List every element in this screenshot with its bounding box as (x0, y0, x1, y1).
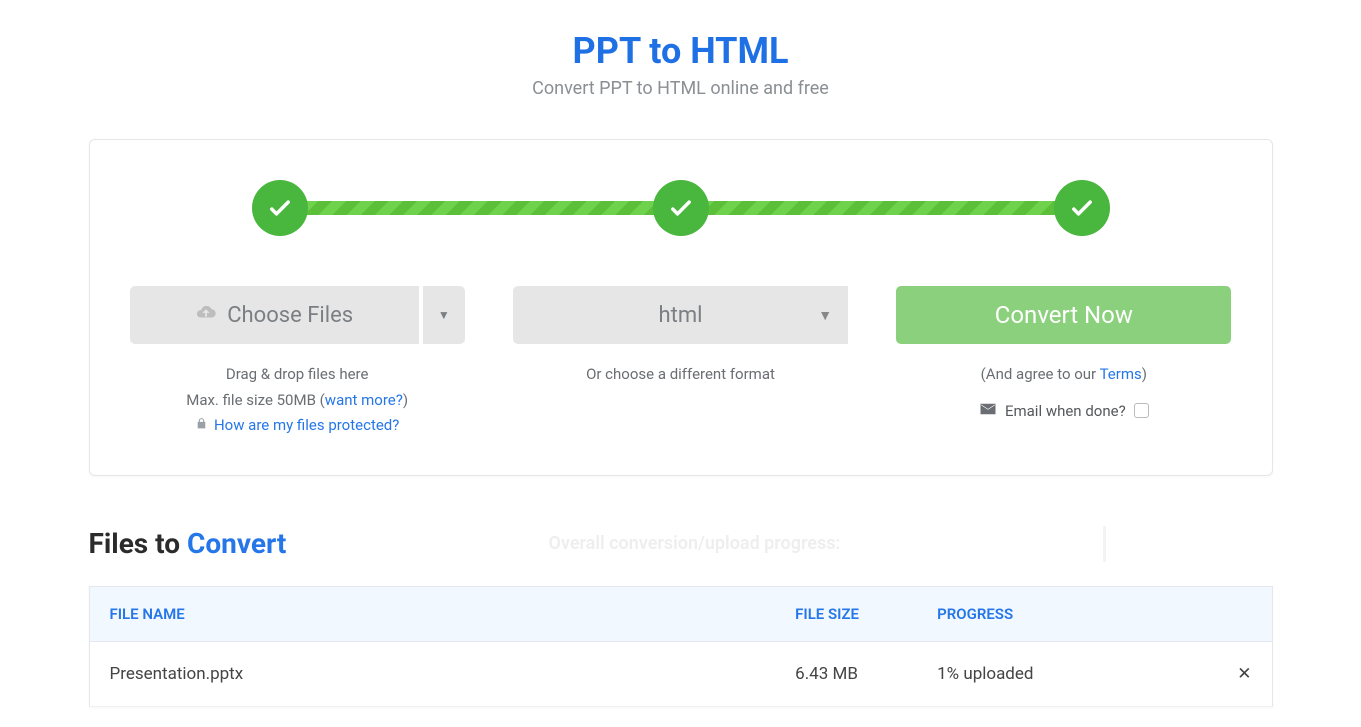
converter-card: Choose Files ▼ Drag & drop files here Ma… (89, 139, 1273, 476)
format-select[interactable]: html ▼ (513, 286, 848, 344)
col-header-filename: FILE NAME (89, 586, 775, 641)
mail-icon (979, 400, 997, 422)
page-header: PPT to HTML Convert PPT to HTML online a… (0, 30, 1361, 99)
step-indicator (280, 180, 1082, 236)
convert-now-label: Convert Now (995, 301, 1133, 329)
overall-progress-label: Overall conversion/upload progress: (316, 533, 1072, 554)
cell-progress: 1% uploaded (917, 641, 1201, 706)
max-size-helper: Max. file size 50MB (want more?) (186, 388, 408, 414)
overall-progress-bar (1103, 526, 1263, 562)
drag-drop-helper: Drag & drop files here (186, 362, 408, 388)
step-1-check-icon (252, 180, 308, 236)
lock-icon (195, 413, 208, 439)
convert-now-button[interactable]: Convert Now (896, 286, 1231, 344)
caret-down-icon: ▼ (818, 307, 832, 324)
want-more-link[interactable]: want more? (325, 391, 403, 409)
files-protected-link[interactable]: How are my files protected? (214, 413, 399, 439)
step-2-check-icon (653, 180, 709, 236)
terms-link[interactable]: Terms (1100, 365, 1142, 383)
col-header-filesize: FILE SIZE (775, 586, 917, 641)
email-when-done-checkbox[interactable] (1134, 403, 1149, 418)
cell-filesize: 6.43 MB (775, 641, 917, 706)
remove-file-button[interactable]: ✕ (1201, 641, 1272, 706)
page-title: PPT to HTML (0, 30, 1361, 72)
col-header-progress: PROGRESS (917, 586, 1201, 641)
caret-down-icon: ▼ (438, 308, 450, 322)
files-table: FILE NAME FILE SIZE PROGRESS Presentatio… (89, 586, 1273, 707)
cell-filename: Presentation.pptx (89, 641, 775, 706)
files-to-convert-title: Files to Convert (89, 527, 287, 560)
format-value: html (659, 303, 703, 328)
terms-helper: (And agree to our Terms) (981, 362, 1147, 388)
choose-files-button[interactable]: Choose Files (130, 286, 419, 344)
choose-files-dropdown[interactable]: ▼ (423, 286, 465, 344)
email-when-done-label: Email when done? (1005, 402, 1126, 420)
format-helper: Or choose a different format (586, 362, 775, 388)
upload-cloud-icon (195, 301, 217, 329)
choose-files-label: Choose Files (227, 303, 353, 328)
table-row: Presentation.pptx 6.43 MB 1% uploaded ✕ (89, 641, 1272, 706)
protection-row: How are my files protected? (186, 413, 408, 439)
page-subtitle: Convert PPT to HTML online and free (0, 78, 1361, 99)
choose-column: Choose Files ▼ Drag & drop files here Ma… (130, 286, 465, 439)
step-3-check-icon (1054, 180, 1110, 236)
convert-column: Convert Now (And agree to our Terms) Ema… (896, 286, 1231, 439)
format-column: html ▼ Or choose a different format (513, 286, 848, 439)
